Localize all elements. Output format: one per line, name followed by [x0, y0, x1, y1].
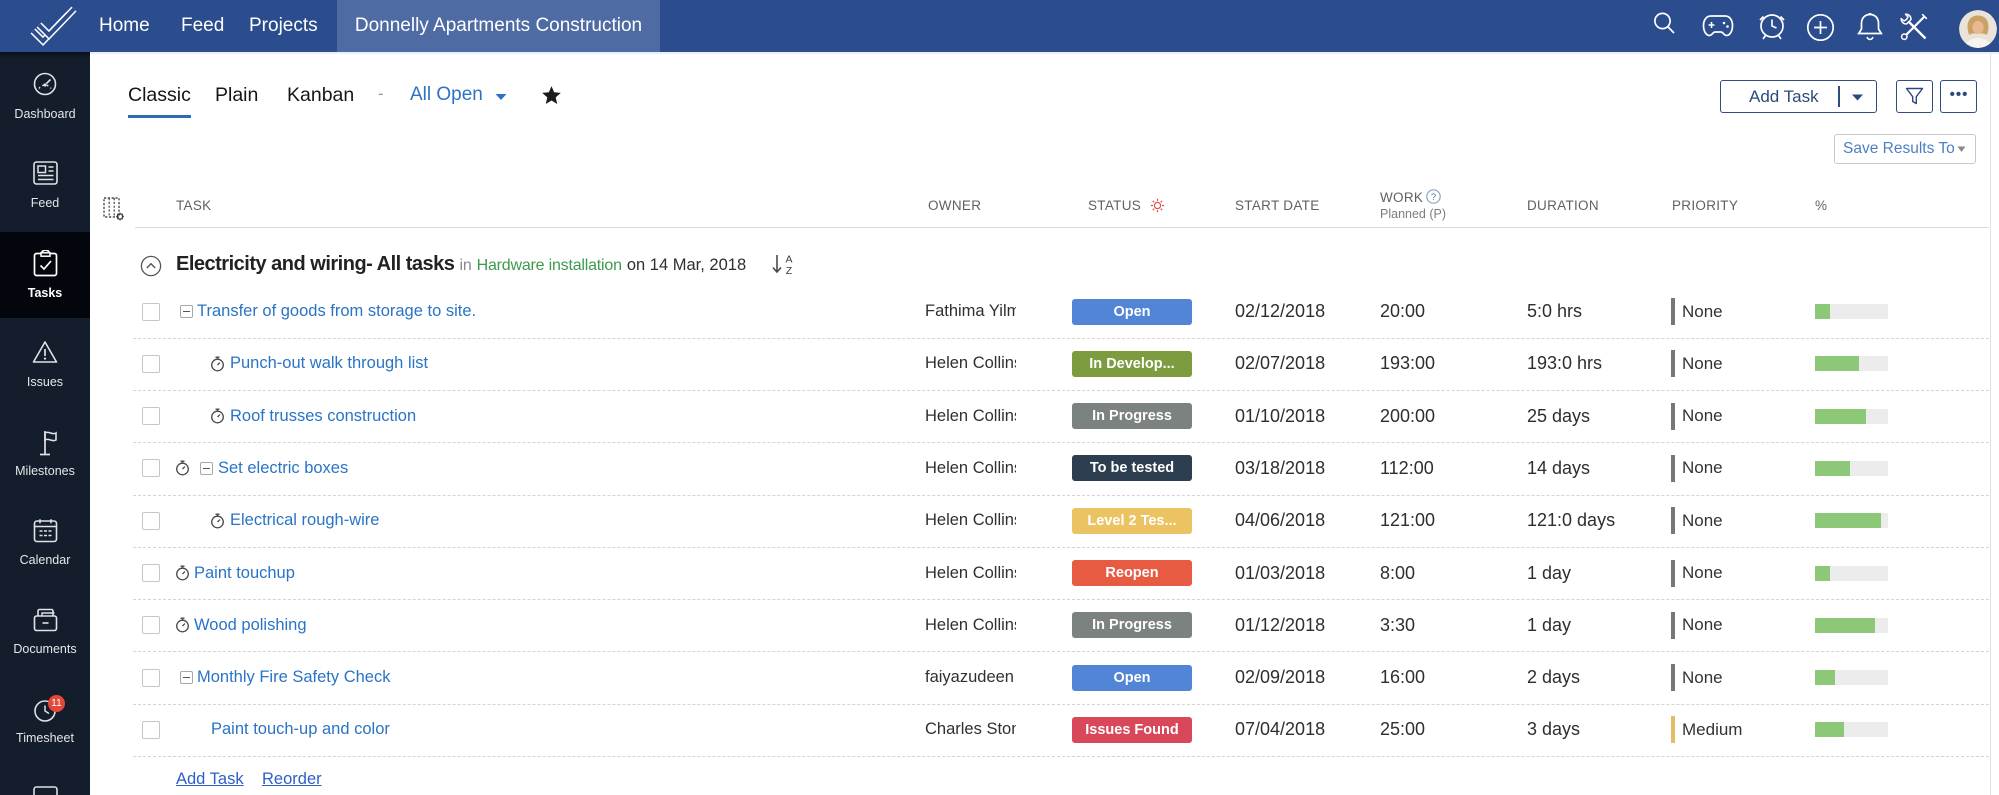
- svg-text:?: ?: [1431, 192, 1436, 203]
- svg-text:A: A: [785, 254, 792, 266]
- svg-text:Z: Z: [786, 265, 793, 277]
